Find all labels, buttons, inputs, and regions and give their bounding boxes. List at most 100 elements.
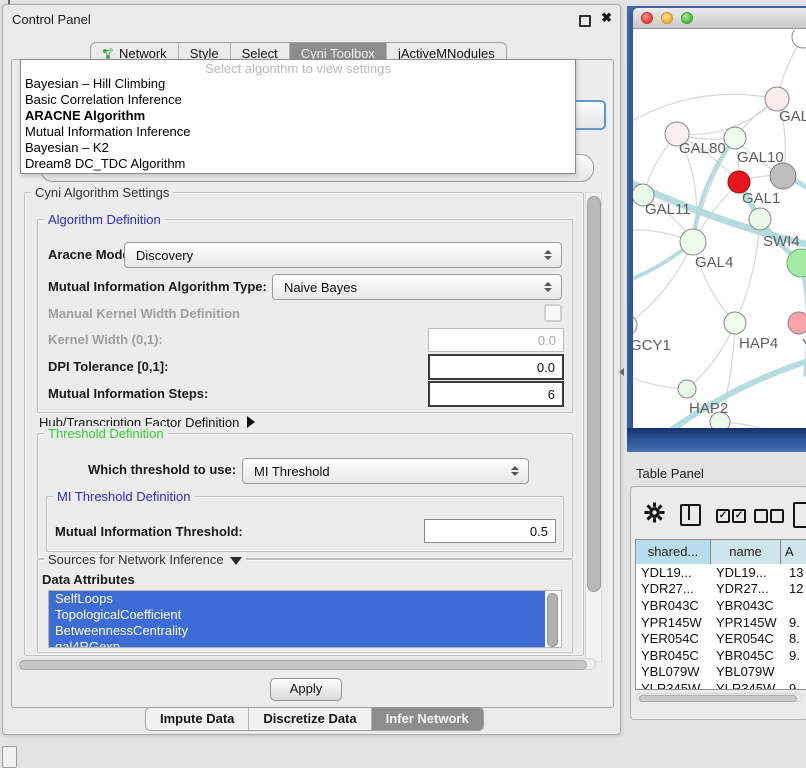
- network-edge[interactable]: [687, 323, 735, 389]
- table-row[interactable]: YBR043CYBR043C: [636, 597, 806, 614]
- close-icon[interactable]: ✖: [601, 10, 612, 26]
- table-row[interactable]: YBR045CYBR045C9.: [636, 647, 806, 664]
- network-view-window: GALGAL80GAL10GAL1GAL11SWI4GAL4GCY1HAP4YH…: [633, 8, 806, 428]
- table-row[interactable]: YER054CYER054C8.: [636, 630, 806, 647]
- data-attributes-list: SelfLoopsTopologicalCoefficientBetweenne…: [48, 590, 562, 648]
- scrollbar-thumb[interactable]: [639, 695, 797, 702]
- network-edge[interactable]: [677, 99, 777, 135]
- unchecked-box-icon[interactable]: [754, 509, 768, 523]
- algorithm-definition-group: Algorithm Definition Aracne Mode: Discov…: [37, 219, 573, 413]
- data-attribute-item[interactable]: TopologicalCoefficient: [49, 607, 545, 623]
- table-cell: YDR27...: [711, 581, 781, 596]
- minimized-panel-icon[interactable]: [2, 746, 17, 768]
- network-node-hap4[interactable]: [724, 312, 746, 334]
- expand-down-icon: [230, 557, 242, 565]
- cyni-toolbox-panel: Select algorithm to view settings Bayesi…: [11, 59, 614, 708]
- mi-steps-field[interactable]: 6: [428, 381, 564, 407]
- table-horizontal-scrollbar[interactable]: [636, 693, 802, 702]
- algorithm-option[interactable]: Dream8 DC_TDC Algorithm: [21, 156, 575, 172]
- network-node-y[interactable]: [788, 312, 806, 334]
- algorithm-option[interactable]: Mutual Information Inference: [21, 124, 575, 140]
- table-cell: YBR043C: [711, 598, 781, 613]
- network-edge[interactable]: [735, 219, 760, 323]
- gear-icon[interactable]: [644, 502, 665, 523]
- network-canvas[interactable]: GALGAL80GAL10GAL1GAL11SWI4GAL4GCY1HAP4YH…: [633, 30, 806, 428]
- table-cell: 9.: [781, 648, 806, 663]
- node-label: HAP2: [689, 400, 728, 417]
- network-window-titlebar[interactable]: [633, 8, 806, 29]
- network-node-gal4[interactable]: [680, 229, 706, 255]
- network-node[interactable]: [770, 163, 796, 189]
- which-threshold-label: Which threshold to use:: [88, 462, 236, 477]
- checked-box-icon[interactable]: ✓: [716, 509, 730, 523]
- algorithm-option[interactable]: Basic Correlation Inference: [21, 92, 575, 108]
- sources-toggle[interactable]: Sources for Network Inference: [44, 552, 246, 567]
- group-title: MI Threshold Definition: [53, 489, 194, 504]
- node-label: GCY1: [633, 337, 671, 354]
- manual-kernel-checkbox[interactable]: [544, 304, 562, 322]
- table-cell: YDR27...: [636, 581, 711, 596]
- file-icon[interactable]: [793, 502, 806, 528]
- aracne-mode-select[interactable]: Discovery: [124, 242, 562, 268]
- settings-scrollbar-thumb[interactable]: [587, 196, 601, 592]
- data-attribute-item[interactable]: BetweennessCentrality: [49, 623, 545, 639]
- minimize-traffic-light-icon[interactable]: [661, 12, 673, 24]
- node-label: GAL10: [737, 149, 784, 166]
- checked-box-icon[interactable]: ✓: [732, 509, 746, 523]
- table-cell: YDL19...: [636, 565, 711, 580]
- node-table: shared... name A YDL19...YDL19...13YDR27…: [635, 539, 806, 690]
- data-attribute-item[interactable]: gal4RGexp: [49, 639, 545, 648]
- table-row[interactable]: YDR27...YDR27...12: [636, 581, 806, 598]
- algorithm-option[interactable]: Bayesian – K2: [21, 140, 575, 156]
- zoom-traffic-light-icon[interactable]: [681, 12, 693, 24]
- group-title: Algorithm Definition: [44, 212, 165, 227]
- kernel-width-label: Kernel Width (0,1):: [48, 332, 163, 347]
- column-header[interactable]: name: [711, 540, 781, 564]
- network-node-gal10[interactable]: [724, 127, 746, 149]
- settings-horizontal-scrollbar[interactable]: [16, 658, 596, 670]
- split-pane-collapse-icon[interactable]: [619, 368, 624, 376]
- table-row[interactable]: YLR345WYLR345W9.: [636, 680, 806, 690]
- table-row[interactable]: YDL19...YDL19...13: [636, 564, 806, 581]
- mi-threshold-field[interactable]: 0.5: [424, 519, 556, 543]
- list-scrollbar[interactable]: [547, 593, 558, 647]
- algorithm-option[interactable]: Bayesian – Hill Climbing: [21, 76, 575, 92]
- column-header[interactable]: A: [781, 540, 806, 564]
- table-panel-title: Table Panel: [636, 466, 704, 481]
- network-node-hap2[interactable]: [678, 380, 696, 398]
- columns-icon[interactable]: [680, 504, 701, 526]
- bottom-tab-infer-network[interactable]: Infer Network: [372, 708, 483, 730]
- group-title: Threshold Definition: [44, 426, 168, 441]
- threshold-definition-group: Threshold Definition Which threshold to …: [37, 433, 573, 559]
- stepper-icon: [541, 250, 555, 260]
- network-edge[interactable]: [633, 242, 693, 325]
- kernel-width-field[interactable]: 0.0: [428, 328, 564, 352]
- table-body: YDL19...YDL19...13YDR27...YDR27...12YBR0…: [636, 564, 806, 690]
- column-header[interactable]: shared...: [636, 540, 711, 564]
- table-cell: YBL079W: [711, 664, 781, 679]
- group-title: Cyni Algorithm Settings: [31, 185, 173, 200]
- table-cell: YBL079W: [636, 664, 711, 679]
- bottom-tab-discretize-data[interactable]: Discretize Data: [249, 708, 371, 730]
- mi-algorithm-type-select[interactable]: Naive Bayes: [272, 274, 562, 300]
- algorithm-options: Bayesian – Hill ClimbingBasic Correlatio…: [21, 76, 575, 172]
- unchecked-box-icon[interactable]: [770, 509, 784, 523]
- network-node-swi4[interactable]: [749, 208, 771, 230]
- dpi-tolerance-field[interactable]: 0.0: [428, 354, 564, 380]
- scrollbar-thumb[interactable]: [19, 660, 587, 670]
- close-traffic-light-icon[interactable]: [641, 12, 653, 24]
- apply-button[interactable]: Apply: [270, 678, 342, 701]
- table-cell: YER054C: [636, 631, 711, 646]
- table-row[interactable]: YBL079WYBL079W: [636, 664, 806, 681]
- which-threshold-select[interactable]: MI Threshold: [242, 458, 529, 484]
- table-panel-window: ✓ ✓ shared... name A YDL19...YDL19...13Y…: [630, 486, 806, 720]
- bottom-tab-impute-data[interactable]: Impute Data: [146, 708, 249, 730]
- network-edge[interactable]: [633, 94, 777, 125]
- network-node[interactable]: [792, 30, 806, 48]
- table-row[interactable]: YPR145WYPR145W9.: [636, 614, 806, 631]
- algorithm-option[interactable]: ARACNE Algorithm: [21, 108, 575, 124]
- float-window-icon[interactable]: [579, 15, 591, 27]
- node-label: GAL1: [742, 190, 780, 207]
- table-cell: 12: [781, 581, 806, 596]
- data-attribute-item[interactable]: SelfLoops: [49, 591, 545, 607]
